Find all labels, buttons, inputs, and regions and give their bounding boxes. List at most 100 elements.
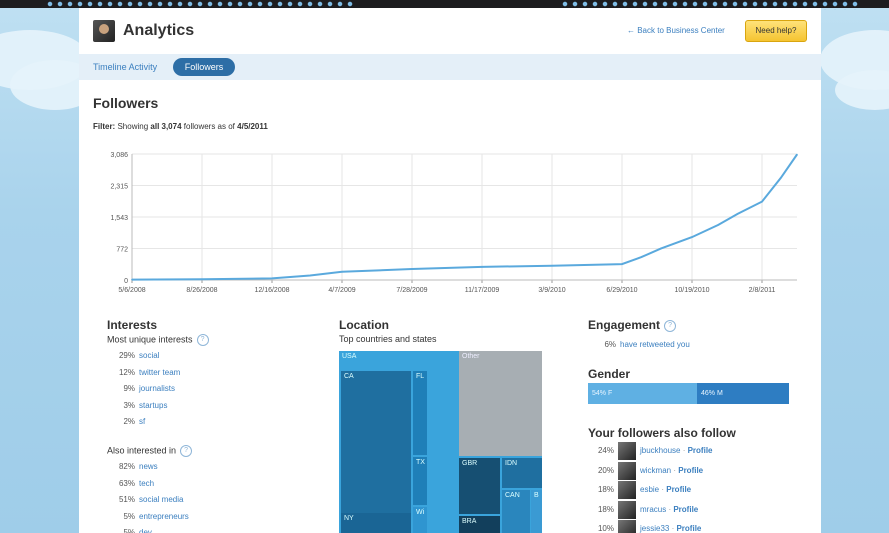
unique-interest-row: 9% journalists — [107, 383, 175, 395]
data-point — [796, 153, 798, 156]
profile-link[interactable]: Profile — [676, 524, 701, 533]
x-tick-label: 2/8/2011 — [749, 287, 776, 294]
avatar[interactable] — [93, 20, 115, 42]
y-tick-label: 2,315 — [110, 183, 128, 190]
tab-timeline-activity[interactable]: Timeline Activity — [93, 62, 157, 72]
filter-text-mid: followers as of — [183, 122, 235, 131]
treemap-cell-usa[interactable]: USA — [339, 351, 459, 367]
unique-interest-link[interactable]: journalists — [139, 384, 175, 393]
treemap-cell-ny[interactable]: NY — [341, 513, 411, 533]
y-tick-label: 3,086 — [110, 152, 128, 159]
unique-interest-pct: 9% — [123, 384, 135, 393]
header: Analytics ← Back to Business Center Need… — [79, 8, 821, 54]
data-point — [271, 277, 273, 280]
analytics-panel: Analytics ← Back to Business Center Need… — [79, 8, 821, 533]
follow-username-link[interactable]: wickman — [640, 466, 671, 475]
treemap-cell-gbr[interactable]: GBR — [459, 458, 500, 514]
filter-summary: Filter: Showing all 3,074 followers as o… — [93, 122, 268, 131]
treemap-cell-other[interactable]: Other — [459, 351, 542, 456]
location-subtitle: Top countries and states — [339, 334, 437, 344]
also-interest-row: 82% news — [107, 461, 158, 473]
avatar[interactable] — [618, 442, 636, 460]
data-point — [341, 271, 343, 273]
interests-heading: Interests — [107, 318, 158, 332]
app-title: Analytics — [123, 22, 195, 39]
x-tick-label: 4/7/2009 — [328, 287, 355, 294]
also-interested-label: Also interested in — [107, 445, 177, 456]
data-point — [551, 264, 553, 267]
filter-label: Filter: — [93, 122, 116, 131]
also-interest-pct: 51% — [118, 495, 135, 504]
also-interest-link[interactable]: dev — [139, 528, 152, 533]
also-interest-row: 5% dev — [107, 527, 152, 533]
unique-interest-link[interactable]: sf — [139, 417, 145, 426]
also-interest-pct: 5% — [123, 528, 135, 533]
treemap-cell-ca[interactable]: CA — [341, 371, 411, 533]
data-point — [309, 274, 311, 277]
avatar[interactable] — [618, 481, 636, 499]
data-point — [761, 200, 763, 203]
treemap-cell-fl[interactable]: FL — [413, 371, 427, 455]
also-interest-link[interactable]: entrepreneurs — [139, 512, 189, 521]
avatar[interactable] — [618, 461, 636, 480]
gender-female-segment: 54% F — [588, 383, 697, 404]
x-tick-label: 5/6/2008 — [118, 287, 145, 294]
y-tick-label: 772 — [116, 246, 128, 253]
back-to-business-center-link[interactable]: ← Back to Business Center — [627, 26, 725, 35]
help-icon[interactable]: ? — [180, 445, 193, 457]
page-title: Followers — [93, 95, 159, 111]
data-point — [659, 247, 662, 250]
follow-username-link[interactable]: jbuckhouse — [640, 446, 680, 455]
treemap-cell-can[interactable]: CAN — [502, 490, 530, 533]
x-tick-label: 7/28/2009 — [396, 287, 427, 294]
profile-link[interactable]: Profile — [673, 505, 698, 514]
tab-followers[interactable]: Followers — [173, 58, 235, 76]
treemap-cell-idn[interactable]: IDN — [502, 458, 542, 488]
x-tick-label: 8/26/2008 — [186, 287, 217, 294]
follow-username-link[interactable]: mracus — [640, 505, 666, 514]
engagement-row: 6% have retweeted you — [588, 339, 690, 351]
treemap-cell-wi[interactable]: Wi — [413, 507, 427, 533]
x-tick-label: 11/17/2009 — [465, 287, 500, 294]
follow-username-link[interactable]: esbie — [640, 485, 659, 494]
also-interest-pct: 5% — [123, 511, 135, 521]
profile-link[interactable]: Profile — [688, 446, 713, 455]
unique-interest-row: 29% social — [107, 350, 159, 362]
filter-date: 4/5/2011 — [237, 122, 268, 131]
avatar[interactable] — [618, 520, 636, 533]
most-unique-interests-heading: Most unique interests? — [107, 334, 209, 346]
also-interest-link[interactable]: social media — [139, 495, 183, 504]
x-tick-label: 12/16/2008 — [254, 287, 289, 294]
treemap-cell-tx[interactable]: TX — [413, 457, 427, 505]
data-point — [691, 236, 693, 238]
data-point — [411, 268, 413, 270]
also-interest-link[interactable]: news — [139, 462, 158, 471]
avatar[interactable] — [618, 500, 636, 519]
unique-interest-link[interactable]: social — [139, 351, 159, 360]
follow-pct: 24% — [597, 446, 614, 456]
x-tick-label: 6/29/2010 — [606, 287, 637, 294]
follow-pct: 18% — [597, 504, 614, 514]
treemap-cell-bra[interactable]: BRA — [459, 516, 500, 533]
unique-interest-link[interactable]: startups — [139, 401, 167, 410]
data-point — [201, 278, 203, 280]
help-icon[interactable]: ? — [664, 319, 677, 332]
y-tick-label: 0 — [124, 278, 128, 285]
need-help-button[interactable]: Need help? — [745, 20, 807, 42]
profile-link[interactable]: Profile — [678, 466, 703, 475]
unique-interest-link[interactable]: twitter team — [139, 368, 180, 377]
follow-row: 24% jbuckhouse · Profile — [588, 442, 713, 460]
engagement-heading: Engagement? — [588, 318, 677, 332]
follow-username-link[interactable]: jessie33 — [640, 524, 669, 533]
treemap-cell-b[interactable]: B — [531, 490, 542, 533]
engagement-link[interactable]: have retweeted you — [620, 340, 690, 349]
data-point — [779, 177, 782, 179]
also-interest-link[interactable]: tech — [139, 479, 154, 488]
also-interest-pct: 63% — [118, 478, 135, 488]
profile-link[interactable]: Profile — [666, 485, 691, 494]
follow-row: 18% esbie · Profile — [588, 481, 691, 499]
help-icon[interactable]: ? — [196, 334, 209, 346]
follow-row: 10% jessie33 · Profile — [588, 520, 701, 533]
tab-bar: Timeline Activity Followers — [79, 54, 821, 80]
location-heading: Location — [339, 318, 389, 332]
